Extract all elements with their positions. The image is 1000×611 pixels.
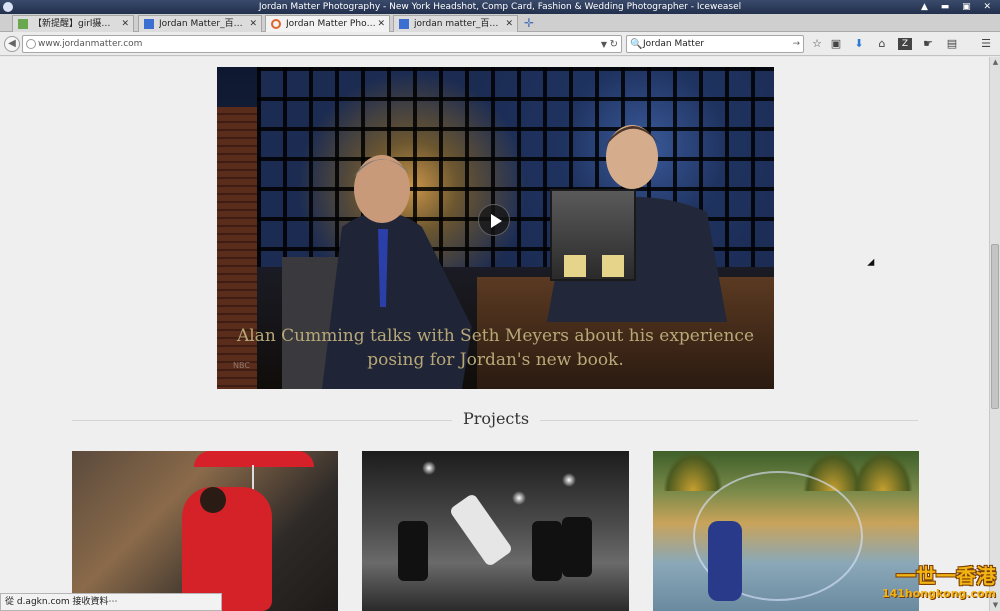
window-title: Jordan Matter Photography - New York Hea…	[258, 2, 742, 12]
new-tab-button[interactable]: ✛	[522, 15, 536, 31]
status-bar: 從 d.agkn.com 接收資料⋯	[0, 593, 222, 611]
clipboard-icon[interactable]: ▣	[829, 36, 843, 52]
globe-icon	[26, 39, 36, 49]
cyclist-shape	[398, 521, 428, 581]
zotero-icon[interactable]: Z	[898, 38, 912, 50]
close-tab-icon[interactable]: ✕	[377, 16, 385, 32]
dancer-shape	[708, 521, 742, 601]
star-icon[interactable]: ☆	[810, 36, 824, 52]
baidu-icon	[144, 19, 154, 29]
tab-label: Jordan Matter Pho…	[286, 19, 376, 29]
home-icon[interactable]: ⌂	[875, 36, 889, 52]
projects-heading: Projects	[462, 409, 530, 428]
search-go-icon[interactable]: →	[792, 36, 800, 53]
watermark-logo: 一世一香港 141hongkong.com	[872, 565, 996, 605]
watermark-url: 141hongkong.com	[881, 587, 996, 600]
scroll-up-icon[interactable]: ▲	[991, 58, 1000, 67]
forum-icon	[18, 19, 28, 29]
close-tab-icon[interactable]: ✕	[249, 16, 257, 32]
iceweasel-icon	[3, 2, 13, 12]
window-titlebar: Jordan Matter Photography - New York Hea…	[0, 0, 1000, 14]
menu-icon[interactable]: ☰	[979, 36, 993, 52]
reload-icon[interactable]: ↻	[610, 36, 618, 53]
tab-1[interactable]: 【新提醒】girl摄… ✕	[12, 15, 134, 32]
caption-line-1: Alan Cumming talks with Seth Meyers abou…	[236, 326, 755, 346]
download-icon[interactable]: ⬇	[852, 36, 866, 52]
watermark-title: 一世一香港	[896, 564, 996, 588]
projects-divider-right	[540, 420, 918, 421]
baidu-icon	[399, 19, 409, 29]
hand-icon[interactable]: ☛	[921, 36, 935, 52]
caption-line-2: posing for Jordan's new book.	[367, 350, 624, 370]
video-caption: Alan Cumming talks with Seth Meyers abou…	[217, 324, 774, 372]
url-text[interactable]: www.jordanmatter.com	[38, 36, 142, 53]
projects-divider-left	[72, 420, 452, 421]
project-thumbnail-1[interactable]	[72, 451, 338, 611]
tab-label: jordan matter_百…	[414, 19, 499, 29]
loading-icon	[271, 19, 281, 29]
tab-3-active[interactable]: Jordan Matter Pho… ✕	[265, 15, 390, 32]
umbrella-shape	[194, 451, 314, 467]
page-content: Alan Cumming talks with Seth Meyers abou…	[0, 57, 989, 611]
nbc-logo: NBC	[233, 361, 250, 370]
clipboard-menu-icon[interactable]: ▤	[945, 36, 959, 52]
search-bar[interactable]: 🔍 Jordan Matter →	[626, 35, 804, 53]
back-button[interactable]: ◀	[4, 36, 20, 52]
url-dropdown-icon[interactable]: ▼	[601, 36, 607, 53]
window-controls[interactable]: ▲ ▬ ▣ ✕	[921, 0, 996, 14]
play-button[interactable]	[478, 204, 510, 236]
scroll-thumb[interactable]	[991, 244, 999, 409]
tab-label: 【新提醒】girl摄…	[33, 19, 111, 29]
close-tab-icon[interactable]: ✕	[121, 16, 129, 32]
nav-bar: ◀ www.jordanmatter.com ▼ ↻ 🔍 Jordan Matt…	[0, 32, 1000, 56]
video-book	[550, 189, 636, 281]
cyclist-shape	[532, 521, 562, 581]
close-tab-icon[interactable]: ✕	[505, 16, 513, 32]
tab-label: Jordan Matter_百…	[159, 19, 243, 29]
video-player[interactable]: Alan Cumming talks with Seth Meyers abou…	[217, 67, 774, 389]
leaping-dancer-shape	[448, 492, 514, 568]
search-input[interactable]: Jordan Matter	[643, 36, 704, 53]
tab-strip: 【新提醒】girl摄… ✕ Jordan Matter_百… ✕ Jordan …	[0, 14, 1000, 32]
cyclist-shape	[562, 517, 592, 577]
tab-2[interactable]: Jordan Matter_百… ✕	[138, 15, 262, 32]
page-scrollbar[interactable]: ▲ ▼	[989, 57, 1000, 611]
project-thumbnail-2[interactable]	[362, 451, 629, 611]
search-icon[interactable]: 🔍	[630, 36, 642, 53]
url-bar[interactable]: www.jordanmatter.com ▼ ↻	[22, 35, 622, 53]
tab-4[interactable]: jordan matter_百… ✕	[393, 15, 518, 32]
